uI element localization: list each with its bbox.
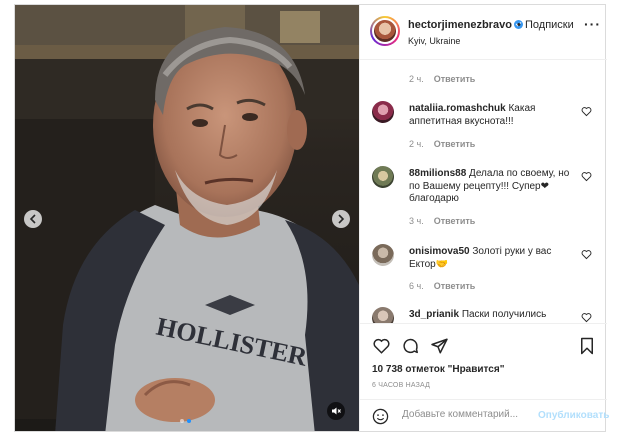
carousel-dot [180, 419, 184, 423]
commenter-avatar[interactable] [372, 101, 394, 123]
video-frame-illustration: HOLLISTER [15, 5, 359, 431]
commenter-avatar[interactable] [372, 307, 394, 323]
author-username[interactable]: hectorjimenezbravo [408, 19, 523, 31]
reply-button[interactable]: Ответить [434, 216, 476, 226]
header-separator: • [517, 19, 521, 31]
bookmark-icon[interactable] [579, 337, 595, 355]
following-button[interactable]: Подписки [525, 19, 574, 31]
commenter-avatar[interactable] [372, 166, 394, 188]
comment-meta: 3 ч. Ответить [409, 216, 476, 226]
chevron-right-icon [338, 214, 345, 224]
post-actions: 10 738 отметок "Нравится" 6 ЧАСОВ НАЗАД … [360, 323, 609, 432]
post-timestamp[interactable]: 6 ЧАСОВ НАЗАД [372, 382, 430, 389]
more-horizontal-icon[interactable]: ··· [584, 17, 601, 31]
mute-toggle-button[interactable] [327, 402, 345, 420]
publish-button[interactable]: Опубликовать [538, 410, 609, 421]
share-plane-icon[interactable] [430, 337, 449, 355]
post-side-panel: hectorjimenezbravo • Подписки Kyiv, Ukra… [359, 5, 609, 432]
instagram-post-modal: HOLLISTER hectorjimenezbravo • Подписки … [14, 4, 609, 432]
previous-slide-button[interactable] [24, 210, 42, 228]
commenter-username[interactable]: 3d_prianik [409, 309, 459, 320]
next-slide-button[interactable] [332, 210, 350, 228]
comment-meta: 2 ч. Ответить [409, 74, 476, 84]
commenter-username[interactable]: nataliia.romashchuk [409, 103, 506, 114]
smiley-icon[interactable] [372, 408, 389, 425]
comment-body: 3d_prianik Паски получились [409, 309, 547, 320]
reply-button[interactable]: Ответить [434, 74, 476, 84]
add-comment-bar: Опубликовать [360, 399, 609, 432]
post-media-video[interactable]: HOLLISTER [15, 5, 359, 431]
speaker-muted-icon [332, 407, 341, 415]
heart-icon[interactable] [372, 337, 391, 355]
comment-body: onisimova50 Золоті руки у вас Ектор🤝 [409, 246, 552, 270]
reply-button[interactable]: Ответить [434, 281, 476, 291]
commenter-username[interactable]: onisimova50 [409, 246, 470, 257]
likes-count[interactable]: 10 738 отметок "Нравится" [372, 364, 504, 375]
carousel-indicator [180, 419, 191, 423]
like-comment-heart-icon[interactable] [581, 171, 592, 182]
reply-button[interactable]: Ответить [434, 139, 476, 149]
like-comment-heart-icon[interactable] [581, 106, 592, 117]
commenter-username[interactable]: 88milions88 [409, 168, 466, 179]
post-header: hectorjimenezbravo • Подписки Kyiv, Ukra… [360, 5, 607, 60]
like-comment-heart-icon[interactable] [581, 249, 592, 260]
comment-input[interactable] [402, 409, 528, 420]
like-comment-heart-icon[interactable] [581, 312, 592, 323]
comments-list[interactable]: 2 ч. Ответить nataliia.romashchuk Какая а… [360, 61, 607, 323]
author-avatar[interactable] [370, 16, 400, 46]
comment-body: 88milions88 Делала по своему, но по Ваше… [409, 168, 570, 204]
chevron-left-icon [29, 214, 36, 224]
comment-meta: 6 ч. Ответить [409, 281, 476, 291]
comment-body: nataliia.romashchuk Какая аппетитная вку… [409, 103, 536, 127]
commenter-avatar[interactable] [372, 244, 394, 266]
carousel-dot-active [187, 419, 191, 423]
post-location[interactable]: Kyiv, Ukraine [408, 36, 460, 46]
comment-bubble-icon[interactable] [401, 337, 420, 355]
comment-meta: 2 ч. Ответить [409, 139, 476, 149]
